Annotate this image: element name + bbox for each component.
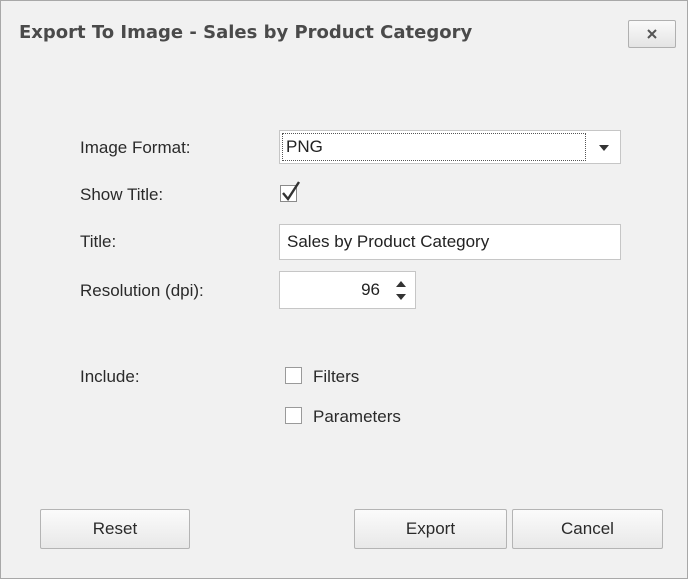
title-label: Title: [80,232,117,251]
resolution-spinner[interactable]: 96 [279,271,416,309]
filters-label[interactable]: Filters [313,367,359,387]
checkmark-icon [282,181,301,202]
resolution-value: 96 [361,280,380,299]
chevron-down-icon[interactable] [599,145,609,151]
close-icon [647,29,657,39]
show-title-label: Show Title: [80,185,164,204]
include-label: Include: [80,367,140,386]
parameters-label[interactable]: Parameters [313,407,401,427]
export-dialog: Export To Image - Sales by Product Categ… [0,0,688,579]
image-format-select[interactable]: PNG [279,130,621,164]
reset-button[interactable]: Reset [40,509,190,549]
image-format-label: Image Format: [80,138,191,157]
spin-down-icon[interactable] [396,294,406,300]
filters-checkbox[interactable] [285,367,302,384]
cancel-button[interactable]: Cancel [512,509,663,549]
close-button[interactable] [628,20,676,48]
dialog-title: Export To Image - Sales by Product Categ… [19,22,473,43]
title-bar[interactable]: Export To Image - Sales by Product Categ… [1,1,687,70]
spin-up-icon[interactable] [396,281,406,287]
export-button[interactable]: Export [354,509,507,549]
show-title-checkbox[interactable] [280,181,301,202]
image-format-value: PNG [282,133,586,161]
resolution-label: Resolution (dpi): [80,281,204,300]
parameters-checkbox[interactable] [285,407,302,424]
title-input[interactable]: Sales by Product Category [279,224,621,260]
